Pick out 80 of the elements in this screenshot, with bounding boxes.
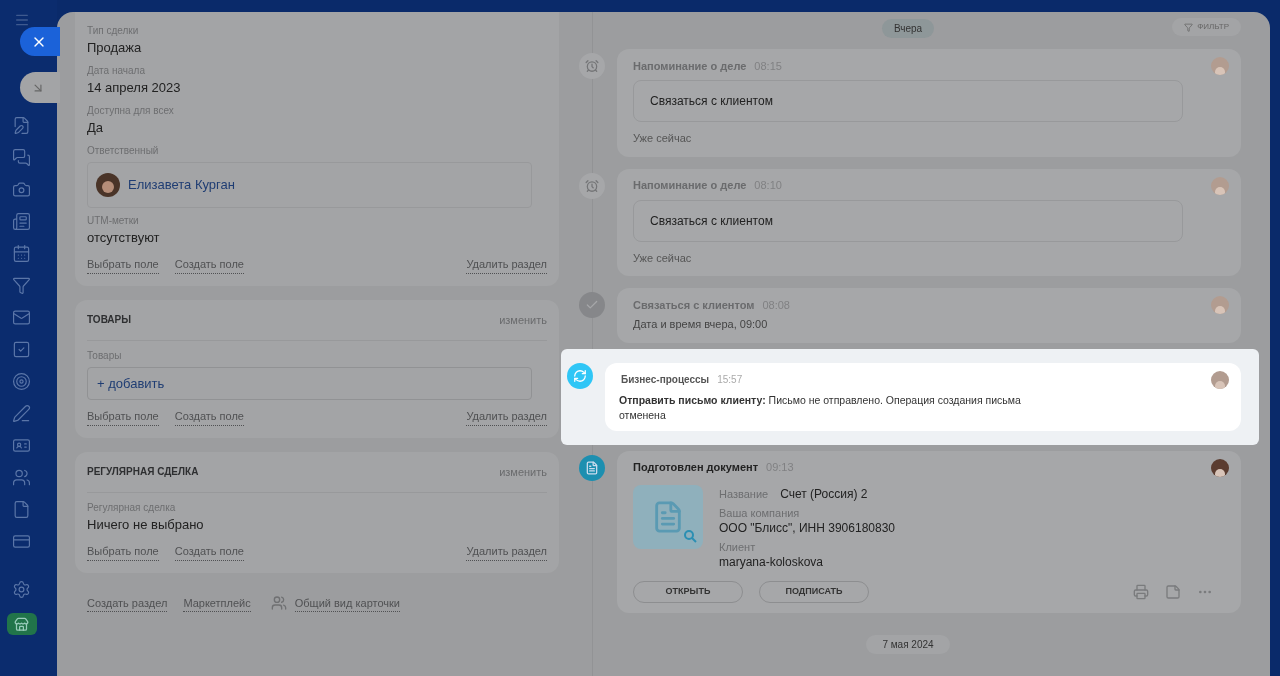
action-link[interactable]: Выбрать поле [87, 408, 159, 426]
item-title: Бизнес-процессы [621, 373, 710, 387]
avatar [96, 173, 120, 197]
reminder-text-field[interactable]: Связаться с клиентом [633, 80, 1183, 122]
field-value: ООО "Блисс", ИНН 3906180830 [719, 519, 895, 537]
delete-section-link[interactable]: Удалить раздел [466, 543, 547, 561]
item-text: Отправить письмо клиенту: Письмо не отправлено. Операция создания письма отменена [618, 392, 1022, 423]
filter-button[interactable]: ФИЛЬТР [1172, 18, 1241, 36]
field-value: maryana-koloskova [719, 553, 825, 571]
alarm-icon [579, 172, 605, 199]
action-link[interactable]: Создать поле [174, 543, 244, 561]
item-text: Дата и время вчера, 09:00 [632, 317, 769, 332]
document-icon[interactable] [12, 500, 31, 519]
item-note: Уже сейчас [632, 131, 693, 146]
field-value: Продажа [87, 39, 143, 57]
person-field[interactable]: Елизавета Курган [87, 162, 532, 208]
footer-link[interactable]: Создать раздел [87, 594, 168, 612]
print-icon[interactable] [1133, 583, 1149, 600]
footer-link[interactable]: Общий вид карточки [294, 594, 400, 612]
add-button[interactable]: + добавить [87, 367, 532, 400]
collapse-button[interactable] [20, 72, 60, 103]
section-title: ТОВАРЫ [87, 312, 132, 327]
field-value: Да [87, 119, 105, 137]
close-button[interactable] [20, 27, 60, 56]
item-title: Связаться с клиентом [633, 297, 755, 313]
users-icon [270, 595, 287, 612]
settings-icon[interactable] [12, 580, 31, 599]
item-title: Напоминание о деле [633, 178, 747, 194]
funnel-icon[interactable] [12, 276, 31, 295]
field-value: 14 апреля 2023 [87, 79, 182, 97]
store-icon[interactable] [6, 613, 37, 635]
field-label: Название [719, 486, 769, 502]
footer-link[interactable]: Маркетплейс [183, 594, 251, 612]
alarm-icon [579, 53, 605, 79]
edit-link[interactable]: изменить [499, 311, 547, 328]
filter-label: ФИЛЬТР [1197, 21, 1229, 33]
field-label: Клиент [719, 540, 757, 554]
action-link[interactable]: Выбрать поле [87, 256, 159, 274]
person-name[interactable]: Елизавета Курган [128, 175, 235, 195]
date-pill: 7 мая 2024 [866, 634, 950, 654]
document-icon [579, 454, 605, 481]
delete-section-link[interactable]: Удалить раздел [466, 408, 547, 426]
edit-link[interactable]: изменить [499, 463, 547, 480]
avatar [1211, 458, 1229, 477]
field-value: Ничего не выбрано [87, 516, 205, 534]
field-label: Ваша компания [719, 506, 801, 520]
avatar [1211, 57, 1229, 75]
field-value: отсутствуют [87, 229, 161, 247]
camera-icon[interactable] [12, 180, 31, 199]
avatar [1211, 296, 1229, 314]
action-link[interactable]: Создать поле [174, 408, 244, 426]
calendar-icon[interactable] [12, 244, 31, 263]
field-value: Счет (Россия) 2 [780, 485, 868, 503]
item-time: 15:57 [717, 373, 743, 387]
item-note: Уже сейчас [632, 250, 693, 266]
card-icon[interactable] [12, 436, 31, 455]
item-title: Напоминание о деле [633, 58, 747, 74]
menu-icon[interactable] [13, 12, 30, 28]
checkbox-icon[interactable] [12, 340, 31, 359]
chat-icon[interactable] [12, 148, 31, 167]
document-preview-icon [633, 484, 703, 549]
refresh-icon [567, 362, 593, 389]
users-icon[interactable] [12, 468, 31, 487]
section-title: РЕГУЛЯРНАЯ СДЕЛКА [87, 464, 199, 479]
reminder-text-field[interactable]: Связаться с клиентом [633, 199, 1183, 242]
item-title: Подготовлен документ [633, 460, 759, 476]
credit-card-icon[interactable] [12, 532, 31, 551]
mail-icon[interactable] [12, 308, 31, 327]
date-pill: Вчера [881, 18, 935, 38]
pen-icon[interactable] [12, 404, 31, 423]
action-link[interactable]: Выбрать поле [87, 543, 159, 561]
action-link[interactable]: Создать поле [174, 256, 244, 274]
note-icon[interactable] [1165, 583, 1181, 600]
delete-section-link[interactable]: Удалить раздел [466, 256, 547, 274]
avatar [1211, 176, 1229, 195]
filter-icon [1184, 22, 1194, 32]
edit-icon[interactable] [12, 116, 31, 135]
avatar [1211, 370, 1229, 389]
target-icon[interactable] [12, 372, 31, 391]
news-icon[interactable] [12, 212, 31, 231]
